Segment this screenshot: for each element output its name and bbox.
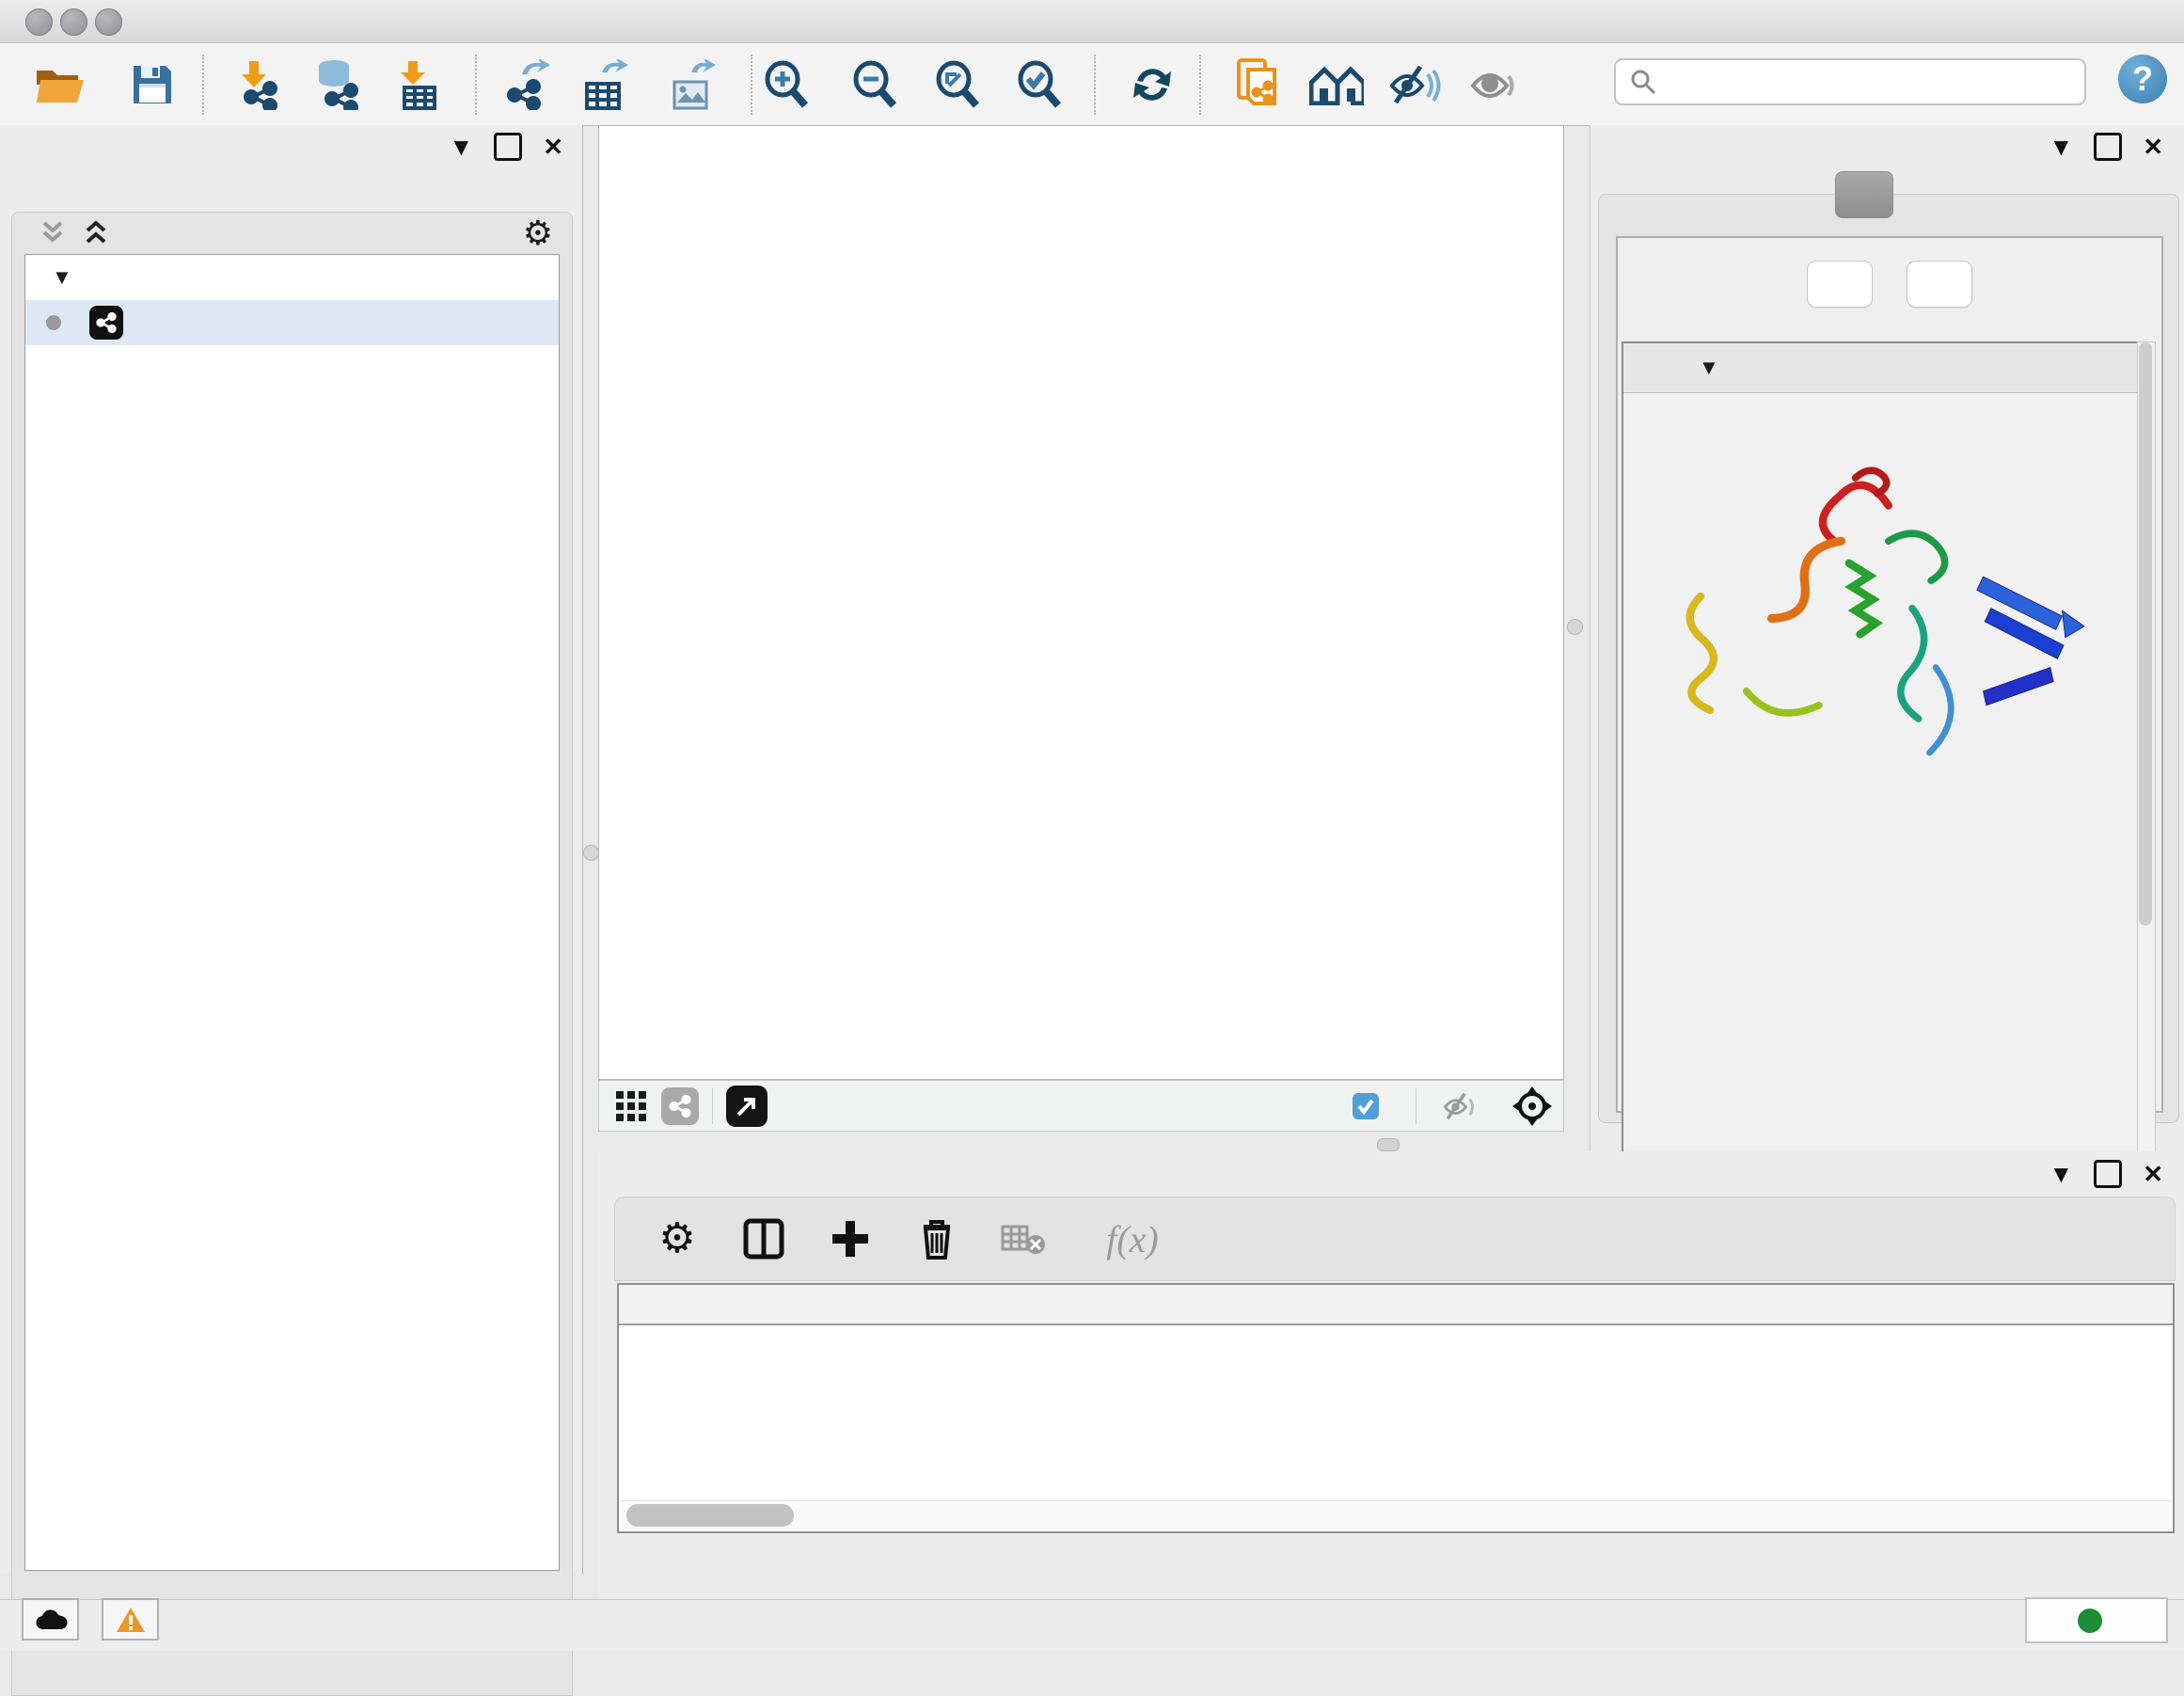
function-builder-icon[interactable]: f(x): [1085, 1214, 1179, 1263]
export-table-icon[interactable]: [578, 56, 634, 113]
toolbar-separator: [1199, 55, 1201, 115]
delete-table-icon[interactable]: [999, 1214, 1048, 1263]
close-panel-icon[interactable]: ✕: [2143, 135, 2163, 159]
network-row[interactable]: [25, 300, 559, 345]
maximize-panel-icon[interactable]: [2094, 1160, 2122, 1188]
maximize-panel-icon[interactable]: [2094, 133, 2122, 161]
bottom-splitter-grip[interactable]: [1377, 1138, 1400, 1151]
copy-network-icon[interactable]: [1230, 56, 1287, 113]
show-selected-icon[interactable]: [1465, 56, 1522, 113]
gene-collapse-icon[interactable]: ▼: [1699, 356, 1719, 380]
float-panel-icon[interactable]: ▼: [2049, 135, 2073, 159]
main-toolbar: ?: [0, 43, 2184, 126]
bar-separator: [712, 1088, 713, 1124]
table-hscrollbar[interactable]: [621, 1500, 2171, 1530]
show-columns-icon[interactable]: [739, 1214, 788, 1263]
refresh-icon[interactable]: [1124, 56, 1180, 113]
detach-view-icon[interactable]: [726, 1086, 768, 1127]
toolbar-separator: [751, 55, 752, 115]
import-network-database-icon[interactable]: [309, 56, 366, 113]
network-view-toolbar: [598, 1080, 1564, 1132]
close-window-button[interactable]: [25, 8, 53, 36]
left-splitter-handle[interactable]: [583, 845, 599, 861]
zoom-out-icon[interactable]: [847, 56, 903, 113]
network-canvas[interactable]: [598, 125, 1564, 1080]
show-all-networks-icon[interactable]: [1308, 56, 1365, 113]
memory-button[interactable]: [2025, 1597, 2168, 1643]
node-table: [617, 1283, 2175, 1533]
zoom-selected-icon[interactable]: [1011, 56, 1068, 113]
collapse-all-icon[interactable]: [37, 219, 69, 247]
export-image-icon[interactable]: [665, 56, 721, 113]
protein-structure-image: [1652, 408, 2094, 785]
help-button[interactable]: ?: [2118, 55, 2167, 103]
collection-expand-icon[interactable]: ▼: [52, 265, 72, 290]
network-options-gear-icon[interactable]: ⚙: [523, 216, 553, 250]
results-panel: ▼ ✕ ▼: [1590, 125, 2184, 1151]
grid-view-icon[interactable]: [614, 1089, 648, 1123]
string-network-icon: [89, 306, 123, 340]
string-results-container: ▼: [1598, 194, 2179, 1123]
network-manager: ⚙ ▼: [11, 212, 573, 1696]
zoom-fit-icon[interactable]: [929, 56, 986, 113]
search-input[interactable]: [1667, 67, 2084, 98]
table-panel: ▼ ✕ ⚙ f(x): [598, 1151, 2184, 1599]
hide-selected-icon[interactable]: [1386, 56, 1443, 113]
network-collection-row[interactable]: ▼: [25, 255, 559, 300]
close-panel-icon[interactable]: ✕: [543, 135, 563, 159]
open-session-icon[interactable]: [32, 56, 88, 113]
float-panel-icon[interactable]: ▼: [449, 135, 473, 159]
gene-section: ▼: [1622, 341, 2141, 1154]
export-network-icon[interactable]: [499, 56, 556, 113]
maximize-panel-icon[interactable]: [494, 133, 522, 161]
cloud-icon: [34, 1609, 68, 1631]
table-header-row: [619, 1285, 2173, 1325]
minimize-window-button[interactable]: [60, 8, 87, 36]
results-scrollbar[interactable]: [2137, 341, 2156, 1152]
import-table-file-icon[interactable]: [390, 56, 447, 113]
save-session-icon[interactable]: [124, 56, 181, 113]
warning-icon: [116, 1607, 146, 1633]
status-bar: [0, 1599, 2184, 1651]
import-network-file-icon[interactable]: [231, 56, 288, 113]
current-network-dot: [46, 315, 61, 330]
memory-status-dot: [2078, 1609, 2102, 1633]
close-panel-icon[interactable]: ✕: [2143, 1162, 2163, 1186]
search-icon: [1629, 68, 1657, 96]
toolbar-separator: [475, 55, 477, 115]
toolbar-separator: [202, 55, 204, 115]
collapse-all-button[interactable]: [1907, 261, 1972, 308]
tab-string[interactable]: [1835, 171, 1893, 218]
table-options-gear-icon[interactable]: ⚙: [653, 1214, 702, 1263]
selected-checkbox-icon[interactable]: [1352, 1092, 1380, 1120]
right-splitter-handle[interactable]: [1567, 619, 1583, 635]
birdseye-view-icon[interactable]: [1511, 1085, 1554, 1128]
control-panel: ▼ ✕ ⚙ ▼: [0, 125, 583, 1574]
toolbar-separator: [1094, 55, 1096, 115]
zoom-window-button[interactable]: [95, 8, 122, 36]
network-icon-gray[interactable]: [661, 1087, 699, 1125]
table-toolbar: ⚙ f(x): [614, 1197, 2176, 1281]
add-column-icon[interactable]: [826, 1214, 875, 1263]
cloud-status-button[interactable]: [22, 1598, 79, 1641]
expand-all-icon[interactable]: [80, 219, 112, 247]
zoom-in-icon[interactable]: [758, 56, 815, 113]
search-box: [1614, 58, 2086, 105]
title-bar: [0, 0, 2184, 43]
hidden-eye-icon[interactable]: [1441, 1091, 1480, 1121]
float-panel-icon[interactable]: ▼: [2049, 1162, 2073, 1186]
delete-column-icon[interactable]: [912, 1214, 961, 1263]
network-tree: ▼: [24, 254, 560, 1571]
warning-status-button[interactable]: [102, 1598, 159, 1641]
expand-all-button[interactable]: [1807, 261, 1873, 308]
